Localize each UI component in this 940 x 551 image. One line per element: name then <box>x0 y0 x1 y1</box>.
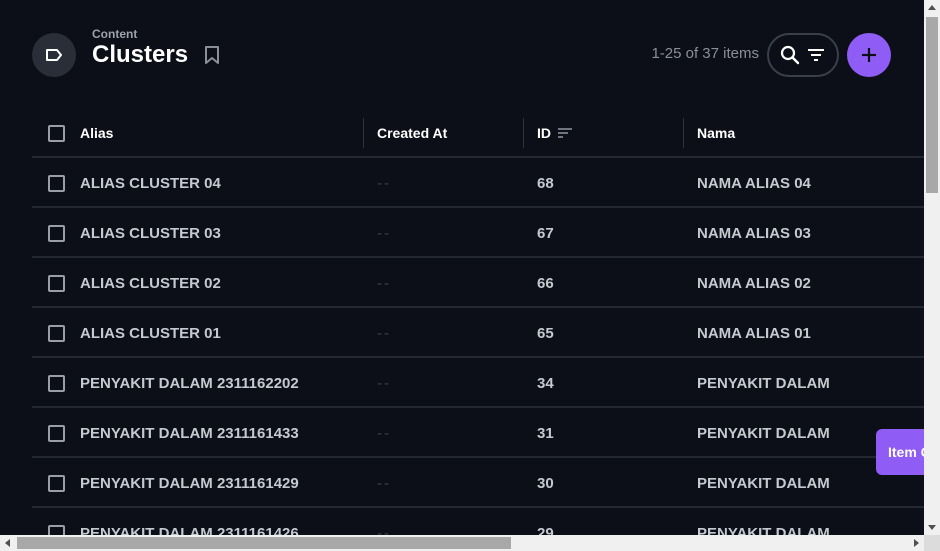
table-row[interactable]: ALIAS CLUSTER 03 -- 67 NAMA ALIAS 03 <box>32 208 924 258</box>
column-header-created-at[interactable]: Created At <box>377 108 447 158</box>
cell-alias: ALIAS CLUSTER 04 <box>80 174 221 192</box>
row-checkbox[interactable] <box>48 425 65 442</box>
cell-created-at: -- <box>377 274 391 292</box>
row-checkbox[interactable] <box>48 225 65 242</box>
cell-created-at: -- <box>377 324 391 342</box>
cell-alias: PENYAKIT DALAM 2311162202 <box>80 374 299 392</box>
cell-alias: ALIAS CLUSTER 02 <box>80 274 221 292</box>
column-divider[interactable] <box>363 118 364 148</box>
toolbar-group <box>767 33 839 77</box>
cell-id: 66 <box>537 274 554 292</box>
cell-nama: NAMA ALIAS 01 <box>697 324 811 342</box>
scroll-down-arrow-icon[interactable] <box>928 525 936 530</box>
cell-created-at: -- <box>377 374 391 392</box>
plus-icon <box>862 48 876 62</box>
page-title: Clusters <box>92 41 189 68</box>
select-all-checkbox[interactable] <box>48 125 65 142</box>
row-checkbox[interactable] <box>48 275 65 292</box>
table-row[interactable]: ALIAS CLUSTER 01 -- 65 NAMA ALIAS 01 <box>32 308 924 358</box>
row-checkbox[interactable] <box>48 175 65 192</box>
column-header-id[interactable]: ID <box>537 108 573 158</box>
sort-icon[interactable] <box>557 127 573 139</box>
cell-alias: PENYAKIT DALAM 2311161433 <box>80 424 299 442</box>
cell-created-at: -- <box>377 224 391 242</box>
column-divider[interactable] <box>523 118 524 148</box>
bookmark-icon[interactable] <box>204 45 220 65</box>
cell-created-at: -- <box>377 424 391 442</box>
row-checkbox[interactable] <box>48 325 65 342</box>
table-row[interactable]: ALIAS CLUSTER 04 -- 68 NAMA ALIAS 04 <box>32 158 924 208</box>
cell-nama: NAMA ALIAS 02 <box>697 274 811 292</box>
breadcrumb[interactable]: Content <box>92 27 137 41</box>
cell-id: 31 <box>537 424 554 442</box>
scroll-up-arrow-icon[interactable] <box>928 5 936 10</box>
table-row[interactable]: ALIAS CLUSTER 02 -- 66 NAMA ALIAS 02 <box>32 258 924 308</box>
cell-id: 34 <box>537 374 554 392</box>
search-icon[interactable] <box>780 45 800 65</box>
table-row[interactable]: PENYAKIT DALAM 2311161429 -- 30 PENYAKIT… <box>32 458 924 508</box>
table-row[interactable]: PENYAKIT DALAM 2311162202 -- 34 PENYAKIT… <box>32 358 924 408</box>
add-item-button[interactable] <box>847 33 891 77</box>
cell-id: 65 <box>537 324 554 342</box>
cell-created-at: -- <box>377 474 391 492</box>
cell-nama: PENYAKIT DALAM <box>697 424 830 442</box>
table-row[interactable]: PENYAKIT DALAM 2311161433 -- 31 PENYAKIT… <box>32 408 924 458</box>
row-checkbox[interactable] <box>48 475 65 492</box>
cell-nama: NAMA ALIAS 04 <box>697 174 811 192</box>
vertical-scrollbar[interactable] <box>924 0 940 535</box>
column-header-id-label: ID <box>537 125 551 141</box>
scroll-left-arrow-icon[interactable] <box>5 539 10 547</box>
column-header-nama[interactable]: Nama <box>697 108 735 158</box>
table-header: Alias Created At ID Nama <box>32 108 924 158</box>
scroll-right-arrow-icon[interactable] <box>914 539 919 547</box>
column-header-alias[interactable]: Alias <box>80 108 113 158</box>
cell-id: 68 <box>537 174 554 192</box>
scrollbar-corner <box>924 535 940 551</box>
cell-created-at: -- <box>377 174 391 192</box>
cell-alias: ALIAS CLUSTER 03 <box>80 224 221 242</box>
cell-nama: PENYAKIT DALAM <box>697 474 830 492</box>
column-divider[interactable] <box>683 118 684 148</box>
filter-icon[interactable] <box>806 45 826 65</box>
item-count: 1-25 of 37 items <box>651 45 759 62</box>
breadcrumb-back-button[interactable] <box>32 33 76 77</box>
label-icon <box>46 49 62 61</box>
vertical-scroll-thumb[interactable] <box>926 17 938 193</box>
cell-alias: ALIAS CLUSTER 01 <box>80 324 221 342</box>
horizontal-scroll-thumb[interactable] <box>17 537 511 549</box>
cell-id: 67 <box>537 224 554 242</box>
page-header: Content Clusters 1-25 of 37 items <box>32 25 892 85</box>
cell-nama: NAMA ALIAS 03 <box>697 224 811 242</box>
clusters-table: Alias Created At ID Nama ALIAS CLUSTER 0… <box>32 108 924 551</box>
horizontal-scrollbar[interactable] <box>0 535 924 551</box>
cell-nama: PENYAKIT DALAM <box>697 374 830 392</box>
row-checkbox[interactable] <box>48 375 65 392</box>
cell-alias: PENYAKIT DALAM 2311161429 <box>80 474 299 492</box>
cell-id: 30 <box>537 474 554 492</box>
